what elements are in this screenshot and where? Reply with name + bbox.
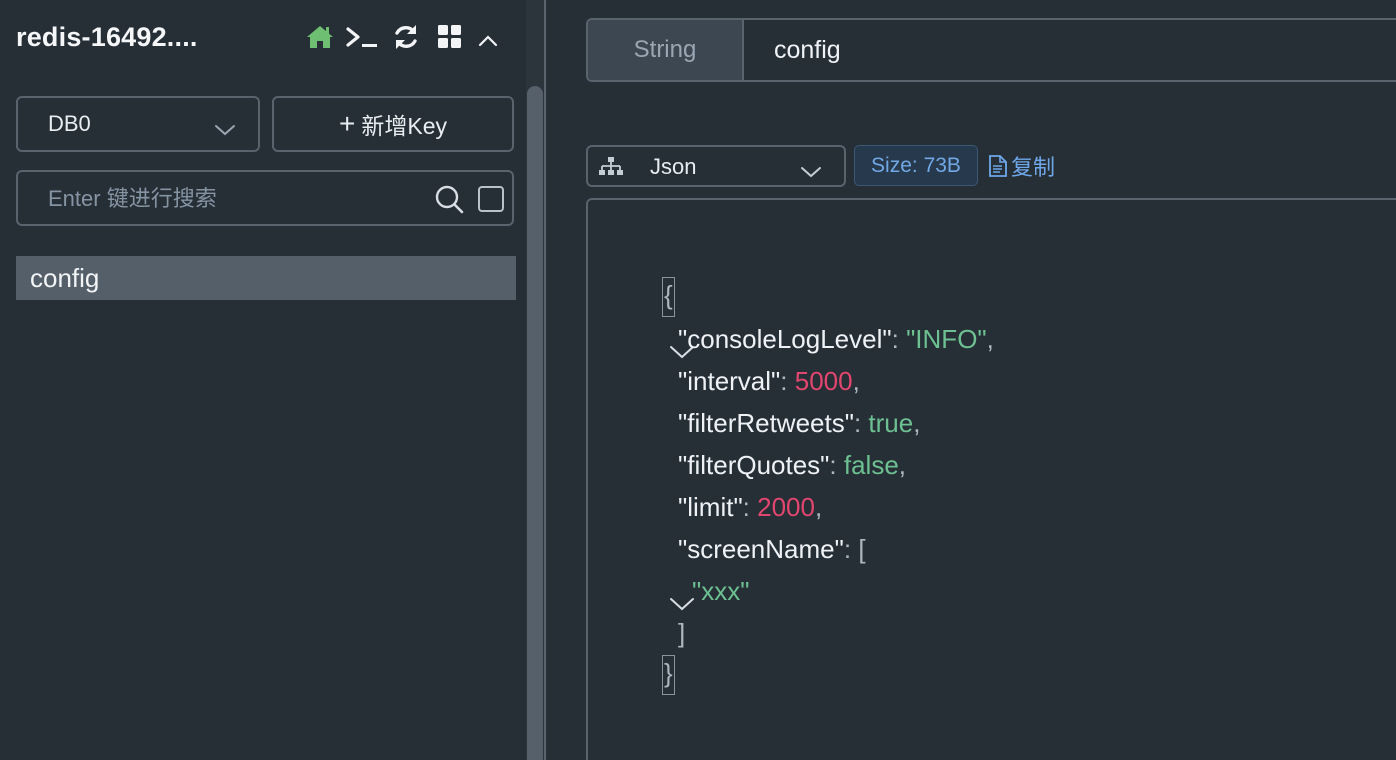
json-close-bracket: ] — [678, 618, 686, 648]
refresh-icon[interactable] — [391, 22, 421, 52]
json-key: "filterRetweets" — [678, 408, 854, 438]
search-icon[interactable] — [434, 184, 464, 219]
copy-button[interactable]: 复制 — [988, 150, 1055, 182]
exact-match-checkbox[interactable] — [478, 186, 504, 212]
json-line: ] — [678, 612, 685, 654]
json-string-value: "xxx" — [692, 576, 750, 606]
chevron-up-icon[interactable] — [473, 26, 503, 56]
home-icon[interactable] — [305, 22, 335, 52]
tree-structure-icon — [598, 156, 624, 184]
key-header: String — [586, 18, 1396, 82]
json-line: "filterRetweets": true, — [678, 402, 920, 444]
json-colon: : — [853, 408, 869, 438]
connection-title[interactable]: redis-16492.... — [16, 22, 198, 53]
key-name-input[interactable] — [764, 30, 1364, 70]
terminal-icon[interactable] — [345, 22, 379, 52]
json-colon: : — [742, 492, 758, 522]
add-key-button[interactable]: + 新增Key — [272, 96, 514, 152]
chevron-down-icon — [800, 159, 822, 185]
size-badge: Size: 73B — [854, 145, 978, 186]
json-open-bracket: [ — [858, 534, 866, 564]
panel-splitter[interactable] — [544, 0, 546, 760]
json-boolean-value: false — [843, 450, 899, 480]
json-line: "filterQuotes": false, — [678, 444, 906, 486]
document-icon — [989, 155, 1007, 177]
json-number-value: 5000 — [794, 366, 853, 396]
json-number-value: 2000 — [757, 492, 815, 522]
json-line: "limit": 2000, — [678, 486, 822, 528]
copy-button-label: 复制 — [1011, 155, 1056, 180]
json-line: "interval": 5000, — [678, 360, 860, 402]
json-comma: , — [986, 324, 994, 354]
chevron-down-icon — [214, 117, 236, 143]
key-list-item-label: config — [30, 262, 100, 293]
plus-icon: + — [339, 108, 356, 139]
json-line: "consoleLogLevel": "INFO", — [678, 318, 994, 360]
add-key-label: 新增Key — [361, 113, 447, 139]
sidebar-scrollbar-thumb[interactable] — [527, 86, 543, 760]
grid-icon[interactable] — [435, 22, 465, 52]
json-line: { — [662, 276, 675, 318]
json-line: } — [662, 654, 675, 696]
search-input[interactable] — [36, 180, 426, 218]
json-comma: , — [898, 450, 907, 480]
db-select[interactable]: DB0 — [16, 96, 260, 152]
json-key: "consoleLogLevel" — [678, 324, 892, 354]
json-comma: , — [814, 492, 823, 522]
json-key: "screenName" — [678, 534, 844, 564]
json-comma: , — [852, 366, 860, 396]
format-select[interactable]: Json — [586, 145, 846, 187]
json-line: "screenName": [ — [678, 528, 866, 570]
json-key: "filterQuotes" — [678, 450, 830, 480]
json-line: "xxx" — [692, 570, 749, 612]
json-key: "interval" — [678, 366, 781, 396]
json-colon: : — [780, 366, 795, 396]
json-boolean-value: true — [868, 408, 914, 438]
db-select-value: DB0 — [48, 111, 91, 136]
key-list-item[interactable]: config — [16, 256, 516, 300]
json-colon: : — [843, 534, 859, 564]
json-editor[interactable]: { "consoleLogLevel": "INFO", "interval":… — [586, 198, 1396, 760]
sidebar: redis-16492.... DB0 + 新增Key Enter 键进行搜索 … — [0, 0, 526, 760]
json-open-brace: { — [662, 277, 675, 317]
key-type-tag: String — [588, 20, 744, 80]
json-comma: , — [913, 408, 921, 438]
format-select-value: Json — [650, 154, 697, 179]
json-close-brace: } — [662, 655, 675, 695]
json-colon: : — [829, 450, 844, 480]
search-box — [16, 170, 514, 226]
app-window: redis-16492.... DB0 + 新增Key Enter 键进行搜索 … — [0, 0, 1396, 760]
json-string-value: "INFO" — [906, 324, 987, 354]
json-colon: : — [891, 324, 907, 354]
json-key: "limit" — [678, 492, 743, 522]
